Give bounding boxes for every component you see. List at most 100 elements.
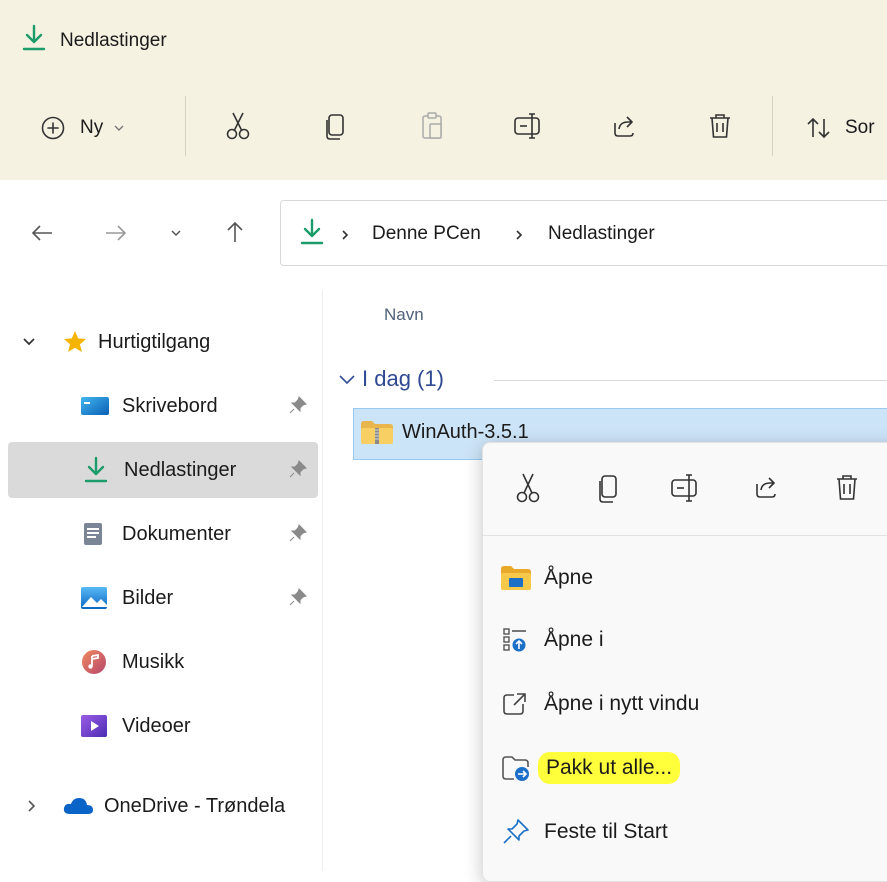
new-button[interactable]: Ny [40, 108, 125, 148]
chevron-down-icon [113, 123, 125, 133]
context-delete-button[interactable] [834, 472, 860, 502]
toolbar-separator [185, 96, 186, 156]
chevron-down-icon [170, 228, 182, 238]
rename-icon [512, 111, 544, 141]
menu-item-open-new-window[interactable]: Åpne i nytt vindu [500, 676, 887, 732]
chevron-down-icon[interactable] [22, 336, 36, 348]
menu-item-label: Åpne i [544, 628, 604, 651]
window-title: Nedlastinger [60, 30, 167, 51]
arrow-right-icon [104, 222, 128, 244]
sort-icon [805, 116, 833, 140]
cut-icon [224, 111, 252, 141]
context-rename-button[interactable] [669, 472, 703, 504]
column-header-name[interactable]: Navn [384, 305, 424, 325]
copy-icon [597, 472, 621, 504]
forward-button[interactable] [104, 222, 128, 244]
sidebar-item-downloads[interactable]: Nedlastinger [84, 444, 320, 496]
share-icon [752, 472, 780, 502]
pin-icon [500, 818, 532, 846]
sidebar-item-label: Skrivebord [122, 394, 218, 417]
toolbar-separator [772, 96, 773, 156]
paste-icon [418, 111, 446, 141]
group-divider [494, 380, 887, 381]
new-window-icon [500, 690, 532, 718]
chevron-right-icon [514, 228, 524, 242]
pictures-icon [80, 585, 108, 611]
pane-divider[interactable] [322, 290, 323, 871]
download-icon [300, 218, 324, 246]
pin-icon[interactable] [289, 588, 307, 606]
pin-icon[interactable] [289, 524, 307, 542]
breadcrumb-this-pc[interactable]: Denne PCen [372, 223, 481, 245]
delete-icon [707, 112, 733, 140]
menu-item-label: Åpne [544, 566, 594, 589]
rename-icon [669, 472, 703, 504]
menu-item-label: Feste til Start [544, 820, 668, 843]
pin-icon[interactable] [289, 460, 307, 478]
sort-button[interactable]: Sor [805, 108, 875, 148]
context-cut-button[interactable] [514, 472, 542, 504]
context-copy-button[interactable] [597, 472, 621, 504]
menu-item-label: Pakk ut alle... [538, 752, 681, 784]
sidebar-item-label: Nedlastinger [124, 458, 237, 481]
breadcrumb-downloads[interactable]: Nedlastinger [548, 223, 655, 245]
plus-circle-icon [40, 115, 66, 141]
context-menu-divider [483, 535, 887, 536]
cut-button[interactable] [218, 106, 258, 146]
sidebar-item-documents[interactable]: Dokumenter [80, 508, 320, 560]
sort-button-label: Sor [845, 117, 875, 138]
group-header-today[interactable]: I dag (1) [338, 366, 444, 392]
chevron-right-icon[interactable] [26, 799, 38, 813]
sidebar-item-desktop[interactable]: Skrivebord [80, 380, 320, 432]
back-button[interactable] [30, 222, 54, 244]
new-button-label: Ny [80, 117, 104, 138]
cloud-icon [62, 795, 94, 817]
sidebar-item-videos[interactable]: Videoer [80, 700, 320, 752]
document-icon [80, 521, 106, 547]
up-button[interactable] [224, 220, 246, 244]
menu-item-open-with[interactable]: Åpne i [500, 612, 887, 668]
sidebar-item-music[interactable]: Musikk [80, 636, 320, 688]
download-icon [84, 456, 108, 484]
desktop-icon [80, 394, 110, 418]
sidebar-item-onedrive[interactable]: OneDrive - Trøndela [26, 780, 320, 832]
open-with-icon [500, 626, 532, 654]
menu-item-extract-all[interactable]: Pakk ut alle... [500, 740, 887, 796]
sidebar-item-pictures[interactable]: Bilder [80, 572, 320, 624]
delete-button[interactable] [700, 106, 740, 146]
sidebar-item-label: OneDrive - Trøndela [104, 794, 286, 817]
copy-icon [324, 111, 348, 141]
arrow-left-icon [30, 222, 54, 244]
recent-locations-button[interactable] [170, 228, 182, 238]
sidebar-item-label: Dokumenter [122, 522, 231, 545]
sidebar-item-label: Bilder [122, 586, 174, 609]
video-icon [80, 713, 108, 739]
menu-item-label: Åpne i nytt vindu [544, 692, 700, 715]
paste-button[interactable] [412, 106, 452, 146]
chevron-right-icon [340, 228, 350, 242]
delete-icon [834, 472, 860, 502]
share-button[interactable] [604, 106, 644, 146]
pin-icon[interactable] [289, 396, 307, 414]
extract-icon [500, 754, 532, 782]
rename-button[interactable] [508, 106, 548, 146]
sidebar-item-label: Hurtigtilgang [98, 330, 211, 353]
cut-icon [514, 472, 542, 504]
sidebar-item-label: Videoer [122, 714, 191, 737]
music-icon [80, 648, 108, 676]
menu-item-pin-to-start[interactable]: Feste til Start [500, 804, 887, 860]
group-header-label: I dag (1) [362, 366, 444, 391]
download-icon [22, 24, 46, 52]
share-icon [610, 112, 638, 140]
title-command-bar [0, 0, 887, 180]
chevron-down-icon [338, 372, 356, 386]
arrow-up-icon [224, 220, 246, 244]
star-icon [62, 329, 88, 355]
copy-button[interactable] [316, 106, 356, 146]
menu-item-open[interactable]: Åpne [500, 550, 887, 606]
sidebar-item-quick-access[interactable]: Hurtigtilgang [22, 316, 210, 368]
context-share-button[interactable] [752, 472, 780, 502]
sidebar-item-label: Musikk [122, 650, 185, 673]
file-name: WinAuth-3.5.1 [402, 421, 529, 443]
zip-folder-icon [360, 418, 394, 446]
